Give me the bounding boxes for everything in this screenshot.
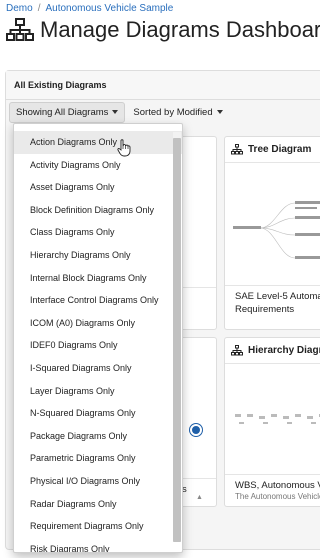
breadcrumb: Demo / Autonomous Vehicle Sample: [6, 3, 173, 14]
dropdown-item[interactable]: IDEF0 Diagrams Only: [14, 334, 182, 357]
card-title-bar: Hierarchy Diagra: [225, 338, 320, 364]
sitemap-icon: [6, 18, 34, 41]
breadcrumb-demo-link[interactable]: Demo: [6, 3, 33, 14]
card-footer: WBS, Autonomous V The Autonomous Vehicle: [225, 474, 320, 506]
diagram-card-hierarchy[interactable]: Hierarchy Diagra WBS, Autonomous V The A…: [224, 337, 320, 507]
dropdown-item[interactable]: Package Diagrams Only: [14, 425, 182, 448]
caret-down-icon: [112, 110, 119, 115]
dropdown-item[interactable]: Physical I/O Diagrams Only: [14, 470, 182, 493]
sitemap-icon: [231, 144, 243, 155]
sort-dropdown-button[interactable]: Sorted by Modified: [131, 103, 224, 122]
dropdown-item[interactable]: Hierarchy Diagrams Only: [14, 244, 182, 267]
page-title: Manage Diagrams Dashboard: [40, 17, 320, 42]
dropdown-item[interactable]: Block Definition Diagrams Only: [14, 199, 182, 222]
panel-heading: All Existing Diagrams: [6, 71, 320, 100]
breadcrumb-separator: /: [37, 3, 41, 14]
breadcrumb-project-link[interactable]: Autonomous Vehicle Sample: [45, 3, 173, 14]
card-name-line2: Requirements: [235, 304, 295, 315]
sort-label: Sorted by Modified: [133, 107, 213, 118]
dropdown-list: Action Diagrams Only Activity Diagrams On…: [14, 124, 182, 552]
card-title-bar: Tree Diagram: [225, 137, 320, 163]
dropdown-item[interactable]: Asset Diagrams Only: [14, 176, 182, 199]
filter-dropdown-button[interactable]: Showing All Diagrams: [9, 102, 126, 123]
dropdown-item[interactable]: Internal Block Diagrams Only: [14, 267, 182, 290]
caret-up-icon[interactable]: ▲: [196, 494, 203, 501]
dropdown-item[interactable]: Requirement Diagrams Only: [14, 515, 182, 538]
dropdown-item[interactable]: Interface Control Diagrams Only: [14, 289, 182, 312]
card-name: WBS, Autonomous V: [235, 480, 320, 491]
card-title: Tree Diagram: [248, 144, 312, 155]
diagram-thumbnail: [225, 163, 320, 285]
dropdown-item[interactable]: Layer Diagrams Only: [14, 380, 182, 403]
dropdown-item[interactable]: Parametric Diagrams Only: [14, 447, 182, 470]
dropdown-item[interactable]: Class Diagrams Only: [14, 221, 182, 244]
filter-toolbar: Showing All Diagrams Sorted by Modified: [9, 102, 225, 123]
hand-cursor-icon: [117, 139, 131, 157]
dropdown-item[interactable]: Activity Diagrams Only: [14, 154, 182, 177]
filter-dropdown-menu: Action Diagrams Only Activity Diagrams On…: [13, 123, 183, 553]
diagram-card-tree[interactable]: Tree Diagram SAE Level-5 Automat Require…: [224, 136, 320, 330]
caret-down-icon: [216, 110, 223, 115]
dropdown-item[interactable]: Action Diagrams Only: [14, 131, 182, 154]
dropdown-item[interactable]: N-Squared Diagrams Only: [14, 402, 182, 425]
card-subtitle: The Autonomous Vehicle: [235, 492, 320, 501]
tree-diagram-preview: [233, 201, 320, 259]
hierarchy-diagram-preview: [235, 414, 320, 424]
dropdown-item[interactable]: I-Squared Diagrams Only: [14, 357, 182, 380]
diagram-thumbnail: [225, 364, 320, 474]
dropdown-item[interactable]: ICOM (A0) Diagrams Only: [14, 312, 182, 335]
card-footer: SAE Level-5 Automat Requirements: [225, 285, 320, 329]
card-title: Hierarchy Diagra: [248, 345, 320, 356]
dropdown-item[interactable]: Risk Diagrams Only: [14, 538, 182, 552]
dropdown-item[interactable]: Radar Diagrams Only: [14, 493, 182, 516]
card-name: SAE Level-5 Automat: [235, 291, 320, 302]
scrollbar-thumb[interactable]: [173, 138, 181, 542]
filter-label: Showing All Diagrams: [16, 107, 109, 118]
page-header: Manage Diagrams Dashboard: [6, 17, 320, 43]
sitemap-icon: [231, 345, 243, 356]
connector-node[interactable]: [190, 424, 202, 436]
